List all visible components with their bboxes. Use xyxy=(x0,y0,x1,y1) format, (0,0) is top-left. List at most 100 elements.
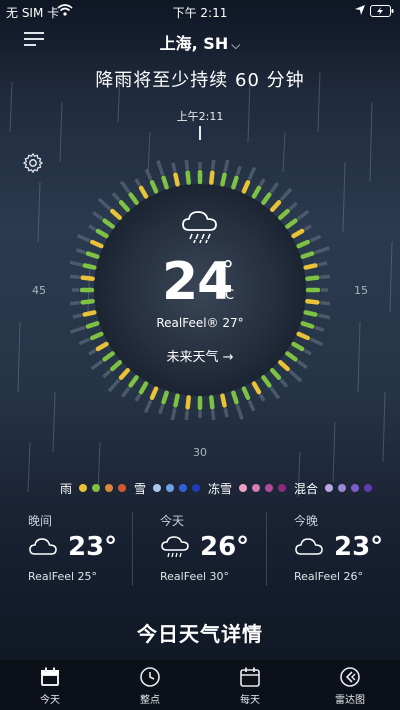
precipitation-bar xyxy=(231,175,239,190)
legend-dot xyxy=(338,484,347,492)
gear-icon[interactable] xyxy=(22,152,44,174)
clock-icon xyxy=(140,667,160,687)
dial-tick xyxy=(144,168,153,181)
precipitation-bar xyxy=(220,172,227,187)
precipitation-bar xyxy=(261,375,272,388)
precipitation-bar xyxy=(209,170,215,185)
tab-hourly[interactable]: 整点 xyxy=(100,660,200,710)
dial-tick xyxy=(156,160,165,176)
dial-label-45: 45 xyxy=(32,284,46,297)
dial-tick xyxy=(288,201,298,211)
precipitation-bar xyxy=(220,393,227,408)
precipitation-bar xyxy=(185,395,191,410)
precipitation-bar xyxy=(110,208,122,220)
dial-tick xyxy=(171,162,177,173)
future-weather-link[interactable]: 未来天气 → xyxy=(0,346,400,365)
chevron-down-icon: ⌵ xyxy=(231,38,241,52)
forecast-title: 今天 xyxy=(160,514,185,528)
rain-cloud-icon xyxy=(161,536,189,558)
dial-tick xyxy=(107,378,121,393)
precipitation-bar xyxy=(161,390,169,405)
dial-tick xyxy=(143,399,153,414)
precipitation-bar xyxy=(270,200,282,212)
precipitation-bar xyxy=(278,208,290,220)
forecast-realfeel: RealFeel 25° xyxy=(28,570,98,583)
dial-tick xyxy=(309,234,322,243)
legend-dot xyxy=(239,484,248,492)
status-time: 下午 2:11 xyxy=(172,6,228,20)
dial-tick xyxy=(158,404,165,415)
cloud-icon xyxy=(29,538,57,555)
location-arrow-icon xyxy=(355,5,365,15)
dial-time-label: 上午2:11 xyxy=(176,110,224,123)
legend-snow-label: 雪 xyxy=(134,481,147,496)
precipitation-bar xyxy=(173,172,180,187)
details-title: 今日天气详情 xyxy=(137,622,263,646)
precipitation-bar xyxy=(291,228,305,239)
dial-tick xyxy=(247,166,257,181)
radar-icon xyxy=(340,667,360,687)
dial-tick xyxy=(296,209,310,221)
tab-radar[interactable]: 雷达图 xyxy=(300,660,400,710)
precipitation-bar xyxy=(118,368,130,380)
dial-tick xyxy=(247,399,256,412)
precipitation-bar xyxy=(161,175,169,190)
dial-tick xyxy=(170,407,177,420)
dial-tick xyxy=(258,393,266,402)
battery-icon xyxy=(370,5,394,17)
precipitation-bar xyxy=(102,218,115,229)
precipitation-bar xyxy=(209,395,215,410)
dial-tick xyxy=(317,261,328,267)
dial-label-30: 30 xyxy=(193,446,207,459)
city-name: 上海, SH xyxy=(159,34,229,53)
city-selector[interactable]: 上海, SH ⌵ xyxy=(0,30,400,54)
dial-tick xyxy=(235,165,242,176)
temperature-unit: C xyxy=(225,288,235,303)
forecast-title: 今晚 xyxy=(294,514,319,528)
tab-today[interactable]: 今天 xyxy=(0,660,100,710)
dial-tick xyxy=(134,393,142,402)
precipitation-headline: 降雨将至少持续 60 分钟 xyxy=(95,70,305,91)
legend-dot xyxy=(105,484,114,492)
precipitation-bar xyxy=(85,251,100,259)
precipitation-bar xyxy=(89,331,104,341)
precipitation-bar xyxy=(173,393,180,408)
precipitation-bar xyxy=(89,239,104,249)
dial-tick xyxy=(223,407,229,418)
precipitation-bar xyxy=(128,375,139,388)
precipitation-bar xyxy=(270,368,282,380)
dial-tick xyxy=(184,410,190,420)
forecast-strip: 晚间 23° RealFeel 25° 今天 26° RealFeel 30° … xyxy=(0,510,400,594)
tab-daily[interactable]: 每天 xyxy=(200,660,300,710)
precipitation-bar xyxy=(251,185,262,199)
precipitation-bar xyxy=(138,185,149,199)
legend-mixed-label: 混合 xyxy=(294,481,319,496)
dial-tick xyxy=(269,386,281,400)
legend-freezing: 冻雪 xyxy=(208,480,287,497)
dial-tick xyxy=(92,210,104,221)
forecast-today[interactable]: 今天 26° RealFeel 30° xyxy=(160,510,290,590)
legend-snow: 雪 xyxy=(134,480,201,497)
precipitation-bar xyxy=(303,310,318,317)
forecast-evening[interactable]: 晚间 23° RealFeel 25° xyxy=(28,510,158,590)
precipitation-bar xyxy=(296,331,311,341)
precipitation-bar xyxy=(95,228,109,239)
dial-tick xyxy=(78,337,91,346)
forecast-tonight[interactable]: 今晚 23° RealFeel 26° xyxy=(294,510,400,590)
legend-mixed: 混合 xyxy=(294,480,373,497)
dial-tick xyxy=(258,178,266,187)
precipitation-bar xyxy=(80,299,95,305)
legend-freezing-label: 冻雪 xyxy=(208,481,233,496)
legend-dot xyxy=(118,484,127,492)
precipitation-bar xyxy=(82,263,97,270)
precipitation-bar xyxy=(241,179,251,194)
legend-dot xyxy=(92,484,101,492)
dial-tick xyxy=(70,274,80,280)
precipitation-bar xyxy=(118,200,130,212)
tab-label: 每天 xyxy=(240,695,260,706)
precipitation-bar xyxy=(241,386,251,401)
legend-dot xyxy=(192,484,201,492)
legend-dot xyxy=(153,484,162,492)
precipitation-bar xyxy=(251,381,262,395)
dial-tick xyxy=(184,160,190,170)
